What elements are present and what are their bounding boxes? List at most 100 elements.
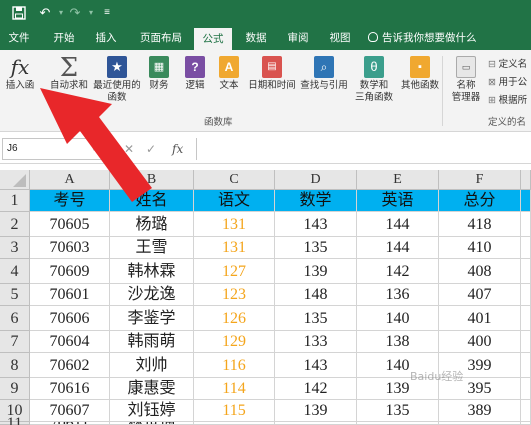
table-cell[interactable]: 康惠雯 [110,378,194,400]
header-cell[interactable]: 考号 [30,190,110,212]
table-cell[interactable]: 70606 [30,306,110,331]
empty-cell[interactable] [521,306,531,331]
formula-options-icon[interactable]: ⋮ [112,138,122,160]
tab-insert[interactable]: 插入 [88,26,124,50]
table-cell[interactable]: 135 [275,237,357,259]
use-in-formula-button[interactable]: ⊠ 用于公 [488,74,527,88]
table-cell[interactable]: 韩林霖 [110,259,194,284]
table-cell[interactable]: 407 [439,284,521,306]
table-cell[interactable]: 70616 [30,378,110,400]
recent-functions-button[interactable]: ★ 最近使用的 函数 [92,56,142,104]
empty-cell[interactable] [521,190,531,212]
tab-home[interactable]: 开始 [46,26,82,50]
table-cell[interactable]: 70604 [30,331,110,353]
empty-cell[interactable] [521,400,531,422]
insert-function-button[interactable]: fx 插入函 [0,56,40,92]
name-box-dropdown-icon[interactable]: ▾ [92,138,96,160]
datetime-button[interactable]: ▤ 日期和时间 [246,56,298,92]
table-cell[interactable]: 131 [194,237,275,259]
table-cell[interactable]: 408 [439,259,521,284]
empty-cell[interactable] [521,378,531,400]
tab-page-layout[interactable]: 页面布局 [130,26,192,50]
table-cell[interactable]: 144 [357,212,439,237]
autosum-button[interactable]: Σ 自动求和 [46,55,92,92]
table-cell[interactable]: 140 [357,306,439,331]
column-header-e[interactable]: E [357,170,439,190]
column-header-b[interactable]: B [110,170,194,190]
financial-button[interactable]: ▦ 财务 [144,56,174,92]
table-cell[interactable]: 131 [194,212,275,237]
cancel-entry-icon[interactable]: ✕ [124,138,134,160]
table-cell[interactable]: 70605 [30,212,110,237]
customize-toolbar-icon[interactable]: ≡ [98,4,116,22]
table-cell[interactable]: 410 [439,237,521,259]
table-cell[interactable]: 133 [275,331,357,353]
table-cell[interactable]: 李鉴学 [110,306,194,331]
header-cell[interactable]: 语文 [194,190,275,212]
row-header-5[interactable]: 5 [0,284,30,306]
name-manager-button[interactable]: ▭ 名称 管理器 [446,56,486,104]
tell-me-box[interactable]: 告诉我你想要做什么 [368,26,477,50]
tab-review[interactable]: 审阅 [280,26,316,50]
row-header-2[interactable]: 2 [0,212,30,237]
row-header-8[interactable]: 8 [0,353,30,378]
header-cell[interactable]: 数学 [275,190,357,212]
more-functions-button[interactable]: ▪ 其他函数 [398,56,442,92]
table-cell[interactable]: 139 [275,259,357,284]
row-header-4[interactable]: 4 [0,259,30,284]
row-header-7[interactable]: 7 [0,331,30,353]
table-cell[interactable]: 114 [194,378,275,400]
math-trig-button[interactable]: θ 数学和 三角函数 [350,56,398,104]
row-header-6[interactable]: 6 [0,306,30,331]
save-icon[interactable] [10,4,28,22]
lookup-reference-button[interactable]: ⌕ 查找与引用 [298,56,350,92]
column-header-d[interactable]: D [275,170,357,190]
tab-data[interactable]: 数据 [238,26,274,50]
logical-button[interactable]: ? 逻辑 [180,56,210,92]
row-header-1[interactable]: 1 [0,190,30,212]
table-cell[interactable]: 70609 [30,259,110,284]
enter-entry-icon[interactable]: ✓ [146,138,156,160]
table-cell[interactable]: 70602 [30,353,110,378]
formula-input[interactable] [196,138,531,160]
table-cell[interactable]: 136 [357,284,439,306]
create-from-selection-button[interactable]: ⊞ 根据所 [488,92,527,106]
define-name-button[interactable]: ⊟ 定义名 [488,56,527,70]
table-cell[interactable]: 148 [275,284,357,306]
text-functions-button[interactable]: A 文本 [214,56,244,92]
header-cell[interactable]: 姓名 [110,190,194,212]
column-header-c[interactable]: C [194,170,275,190]
table-cell[interactable]: 70607 [30,400,110,422]
empty-cell[interactable] [521,284,531,306]
row-header-3[interactable]: 3 [0,237,30,259]
table-cell[interactable]: 135 [357,400,439,422]
table-cell[interactable]: 144 [357,237,439,259]
table-cell[interactable]: 142 [357,259,439,284]
column-header-g[interactable] [521,170,531,190]
table-cell[interactable]: 刘帅 [110,353,194,378]
table-cell[interactable]: 115 [194,400,275,422]
name-box[interactable]: J6 [2,138,104,160]
insert-function-fx-icon[interactable]: fx [172,138,183,160]
table-cell[interactable]: 126 [194,306,275,331]
table-cell[interactable]: 142 [275,378,357,400]
table-cell[interactable]: 116 [194,353,275,378]
column-header-a[interactable]: A [30,170,110,190]
table-cell[interactable]: 129 [194,331,275,353]
empty-cell[interactable] [521,331,531,353]
table-cell[interactable]: 韩雨萌 [110,331,194,353]
table-cell[interactable]: 123 [194,284,275,306]
tab-file[interactable]: 文件 [0,26,38,50]
empty-cell[interactable] [521,259,531,284]
select-all-corner[interactable] [0,170,30,190]
empty-cell[interactable] [521,212,531,237]
row-header-9[interactable]: 9 [0,378,30,400]
table-cell[interactable]: 刘钰婷 [110,400,194,422]
tab-formulas[interactable]: 公式 [194,28,232,50]
empty-cell[interactable] [521,353,531,378]
header-cell[interactable]: 英语 [357,190,439,212]
table-cell[interactable]: 143 [275,212,357,237]
table-cell[interactable]: 70601 [30,284,110,306]
tab-view[interactable]: 视图 [322,26,358,50]
table-cell[interactable]: 135 [275,306,357,331]
